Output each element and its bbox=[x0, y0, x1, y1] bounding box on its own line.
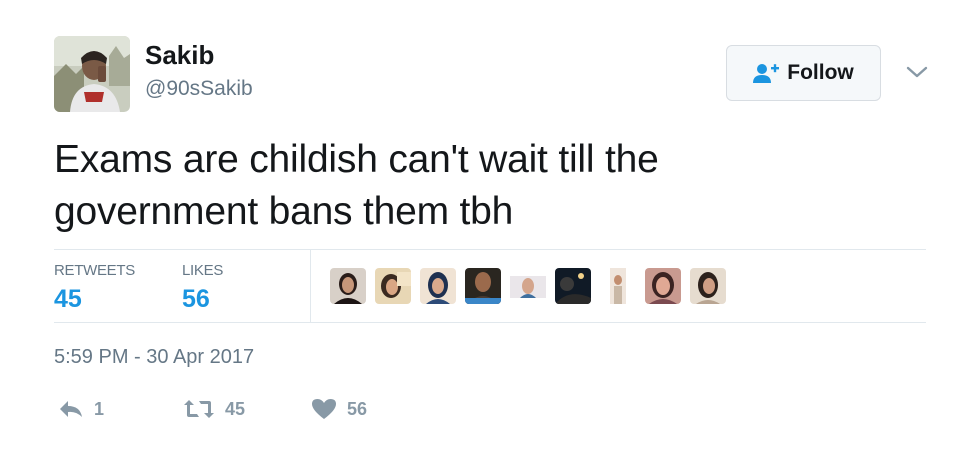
liker-avatar[interactable] bbox=[600, 268, 636, 304]
avatar-photo bbox=[54, 36, 130, 112]
liker-avatar[interactable] bbox=[375, 268, 411, 304]
reply-button[interactable]: 1 bbox=[58, 396, 104, 422]
add-person-icon bbox=[753, 64, 780, 83]
likes-stat[interactable]: LIKES 56 bbox=[182, 262, 223, 314]
liker-avatar[interactable] bbox=[465, 268, 501, 304]
like-button[interactable]: 56 bbox=[311, 396, 367, 422]
likes-label: LIKES bbox=[182, 262, 224, 279]
retweets-label: RETWEETS bbox=[54, 262, 135, 279]
author-handle[interactable]: @90sSakib bbox=[145, 77, 253, 101]
liker-avatar[interactable] bbox=[690, 268, 726, 304]
divider bbox=[54, 249, 926, 250]
likes-count: 56 bbox=[182, 285, 210, 313]
reply-count: 1 bbox=[94, 398, 105, 419]
follow-button-label: Follow bbox=[787, 61, 854, 84]
liker-avatar[interactable] bbox=[510, 268, 546, 304]
liker-avatar[interactable] bbox=[420, 268, 456, 304]
retweets-count: 45 bbox=[54, 285, 82, 313]
retweet-icon bbox=[184, 400, 214, 418]
author-name[interactable]: Sakib bbox=[145, 40, 214, 71]
retweet-count: 45 bbox=[225, 398, 246, 419]
tweet-text: Exams are childish can't wait till the g… bbox=[54, 134, 814, 238]
follow-button[interactable]: Follow bbox=[726, 45, 881, 101]
liker-avatar[interactable] bbox=[645, 268, 681, 304]
like-count: 56 bbox=[347, 398, 368, 419]
divider bbox=[54, 322, 926, 323]
tweet-text-line: Exams are childish can't wait till the bbox=[54, 138, 659, 181]
reply-icon bbox=[60, 401, 82, 417]
retweet-button[interactable]: 45 bbox=[183, 396, 245, 422]
heart-icon bbox=[312, 399, 336, 419]
retweets-stat[interactable]: RETWEETS 45 bbox=[54, 262, 135, 314]
divider bbox=[310, 250, 311, 322]
tweet-timestamp[interactable]: 5:59 PM - 30 Apr 2017 bbox=[54, 346, 254, 369]
liker-avatar[interactable] bbox=[330, 268, 366, 304]
tweet-text-line: government bans them tbh bbox=[54, 190, 514, 233]
chevron-down-icon[interactable] bbox=[905, 62, 929, 82]
liker-avatar[interactable] bbox=[555, 268, 591, 304]
author-avatar[interactable] bbox=[54, 36, 130, 112]
